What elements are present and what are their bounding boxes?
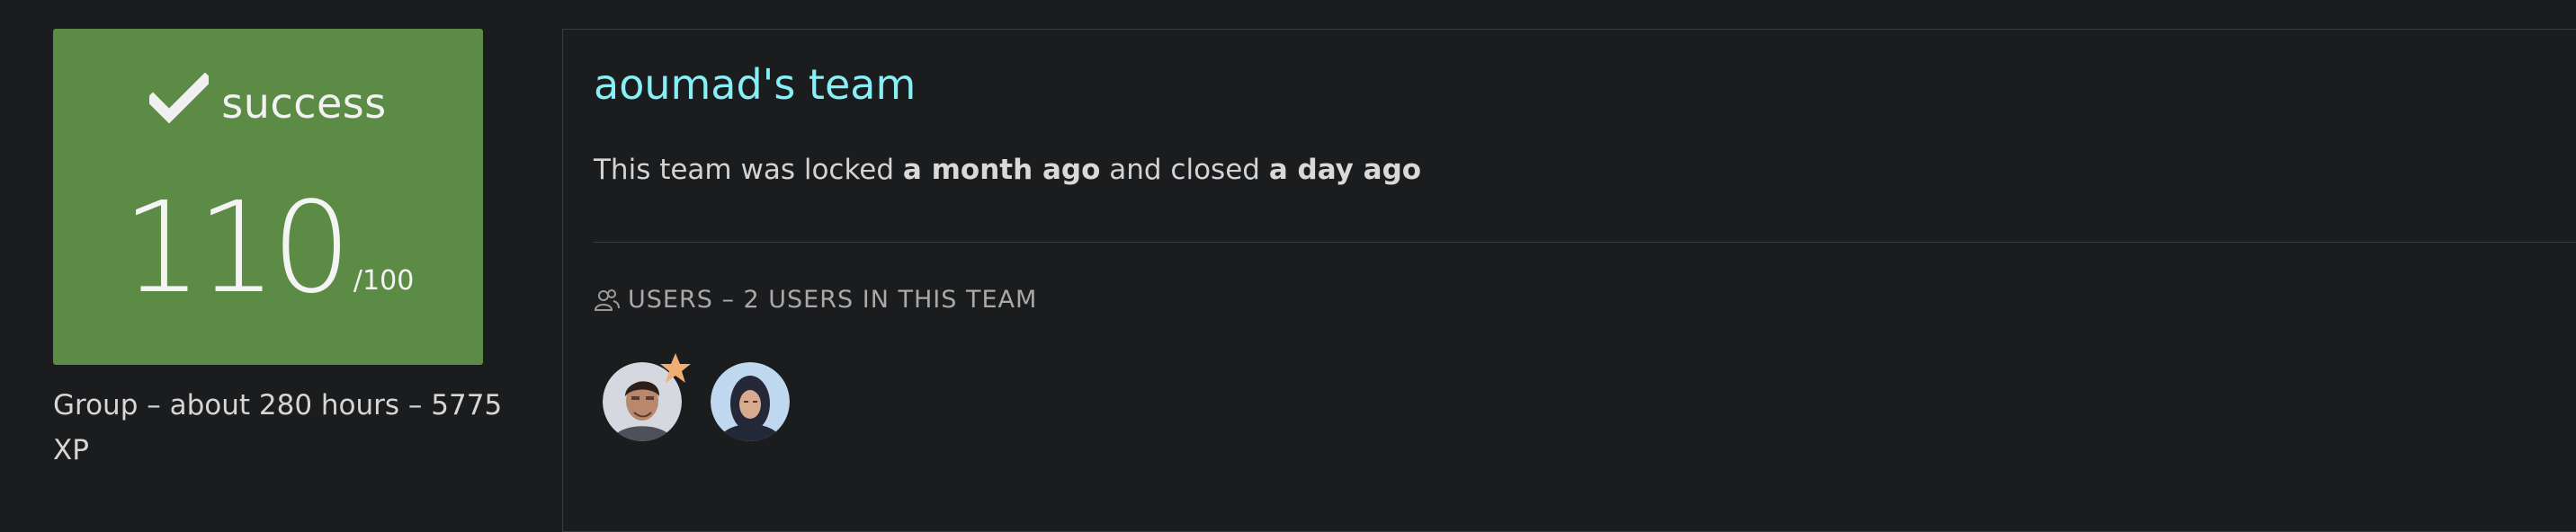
users-header-label: USERS – 2 USERS IN THIS TEAM bbox=[628, 286, 1038, 314]
team-title[interactable]: aoumad's team bbox=[594, 60, 916, 109]
status-middle: and closed bbox=[1109, 154, 1260, 186]
project-score-card: success 110 /100 bbox=[53, 29, 483, 365]
member-avatar[interactable] bbox=[711, 362, 790, 441]
closed-time: a day ago bbox=[1268, 154, 1422, 186]
member[interactable] bbox=[711, 362, 790, 441]
team-status: This team was locked a month ago and clo… bbox=[594, 154, 1421, 186]
status-prefix: This team was locked bbox=[594, 154, 895, 186]
section-divider bbox=[594, 242, 2576, 243]
check-icon bbox=[149, 73, 210, 123]
status-row: success bbox=[53, 73, 483, 128]
status-label: success bbox=[221, 79, 387, 128]
group-duration-xp: Group – about 280 hours – 5775 XP bbox=[53, 389, 503, 466]
member-leader[interactable] bbox=[603, 353, 691, 441]
users-section-header: USERS – 2 USERS IN THIS TEAM bbox=[594, 286, 1037, 314]
final-score: 110 bbox=[121, 175, 352, 322]
score-row: 110 /100 bbox=[53, 182, 483, 316]
leader-star-icon bbox=[660, 353, 691, 383]
team-members bbox=[603, 353, 818, 441]
locked-time: a month ago bbox=[902, 154, 1101, 186]
team-panel: aoumad's team This team was locked a mon… bbox=[562, 29, 2576, 532]
users-icon bbox=[594, 288, 620, 311]
max-score: /100 bbox=[353, 265, 415, 297]
